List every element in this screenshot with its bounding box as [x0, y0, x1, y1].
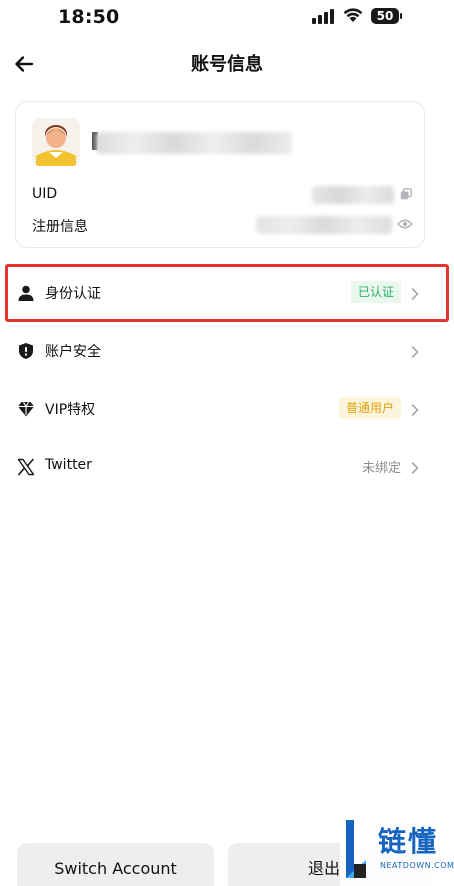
- battery-cap: [400, 13, 402, 19]
- vip-level-badge: 普通用户: [338, 397, 401, 419]
- uid-label: UID: [32, 186, 58, 202]
- menu-row-label: Twitter: [45, 457, 92, 473]
- account-info-screen: 18:50 50 账号信息 UID 注册信息 身份认证 已认证 账户安全 VIP…: [0, 0, 454, 886]
- menu-row-label: 账户安全: [45, 344, 101, 360]
- menu-row-label: VIP特权: [45, 402, 96, 418]
- watermark: 链懂 NEATDOWN.COM: [340, 816, 454, 886]
- status-bar: 18:50 50: [0, 0, 454, 34]
- chevron-right-icon: [411, 346, 419, 358]
- diamond-icon: [18, 401, 34, 417]
- switch-account-button[interactable]: Switch Account: [17, 843, 214, 886]
- watermark-text: 链懂: [378, 825, 439, 858]
- page-title: 账号信息: [191, 54, 263, 75]
- registration-value-redacted: [256, 216, 392, 234]
- watermark-logo-icon: [346, 820, 366, 878]
- menu-row-vip-privileges[interactable]: VIP特权 普通用户: [0, 382, 454, 438]
- username-redacted: [96, 132, 292, 154]
- menu-row-identity-verification[interactable]: 身份认证 已认证: [0, 266, 454, 322]
- chevron-right-icon: [411, 288, 419, 300]
- wifi-icon: [343, 8, 363, 22]
- header: 账号信息: [0, 44, 454, 84]
- menu-row-label: 身份认证: [45, 286, 101, 302]
- chevron-right-icon: [411, 404, 419, 416]
- chevron-right-icon: [411, 462, 419, 474]
- menu-row-twitter[interactable]: Twitter 未绑定: [0, 440, 454, 496]
- twitter-link-status: 未绑定: [361, 461, 401, 476]
- battery-level: 50: [371, 8, 399, 24]
- status-time: 18:50: [58, 6, 120, 28]
- copy-icon[interactable]: [400, 188, 412, 200]
- avatar-illustration: [32, 118, 80, 166]
- menu-row-account-security[interactable]: 账户安全: [0, 324, 454, 380]
- uid-value-redacted: [312, 186, 394, 204]
- avatar[interactable]: [32, 118, 80, 166]
- battery-icon: 50: [371, 8, 403, 24]
- verified-badge: 已认证: [350, 281, 401, 303]
- x-logo-icon: [17, 458, 35, 476]
- registration-label: 注册信息: [32, 219, 88, 235]
- account-card: UID 注册信息: [15, 101, 425, 248]
- shield-icon: [19, 343, 33, 359]
- person-icon: [18, 285, 34, 301]
- eye-icon[interactable]: [397, 218, 413, 230]
- watermark-subtext: NEATDOWN.COM: [380, 861, 454, 870]
- signal-icon: [312, 9, 334, 24]
